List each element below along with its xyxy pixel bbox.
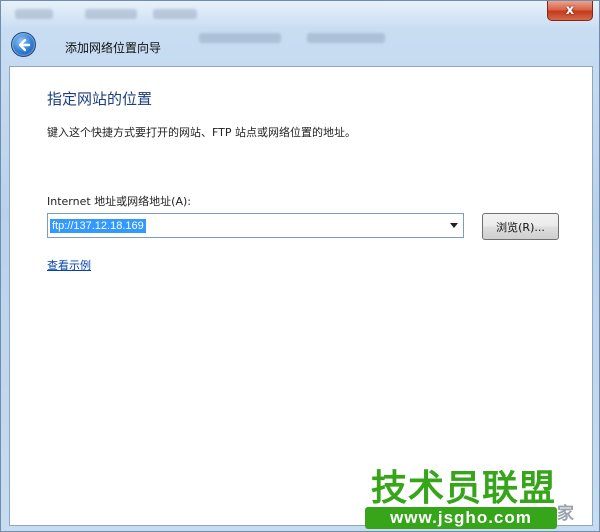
glass-blur-item (85, 9, 137, 19)
view-example-link[interactable]: 查看示例 (47, 257, 91, 273)
browse-button[interactable]: 浏览(R)... (482, 213, 559, 240)
glass-blur-item (307, 33, 385, 43)
dropdown-arrow-button[interactable] (445, 214, 463, 237)
back-button[interactable] (11, 32, 36, 57)
watermark-logo: 技术员联盟 www.jsgho.com 家 (365, 459, 600, 532)
wizard-title: 添加网络位置向导 (65, 41, 162, 55)
back-arrow-icon (18, 38, 30, 51)
wizard-window: x 添加网络位置向导 指定网站的位置 键入这个快捷方式要打开的网站、FTP 站点… (0, 0, 600, 532)
watermark-url: www.jsgho.com (390, 508, 532, 527)
glass-blur-item (199, 33, 281, 43)
watermark-url-band: www.jsgho.com (365, 507, 557, 529)
instruction-text: 键入这个快捷方式要打开的网站、FTP 站点或网络位置的地址。 (47, 126, 356, 139)
page-heading: 指定网站的位置 (47, 90, 153, 108)
wizard-content-panel: 指定网站的位置 键入这个快捷方式要打开的网站、FTP 站点或网络位置的地址。 I… (9, 66, 593, 526)
glass-blur-item (153, 9, 197, 19)
watermark-text: 技术员联盟 (371, 468, 557, 509)
close-button[interactable]: x (547, 1, 593, 21)
address-input-value[interactable]: ftp://137.12.18.169 (50, 218, 146, 233)
address-label: Internet 地址或网络地址(A): (47, 195, 191, 208)
chevron-down-icon (450, 223, 458, 228)
address-combobox[interactable]: ftp://137.12.18.169 (47, 213, 464, 238)
watermark-side-text: 家 (557, 504, 574, 524)
close-icon: x (565, 3, 575, 18)
glass-blur-item (15, 9, 53, 19)
